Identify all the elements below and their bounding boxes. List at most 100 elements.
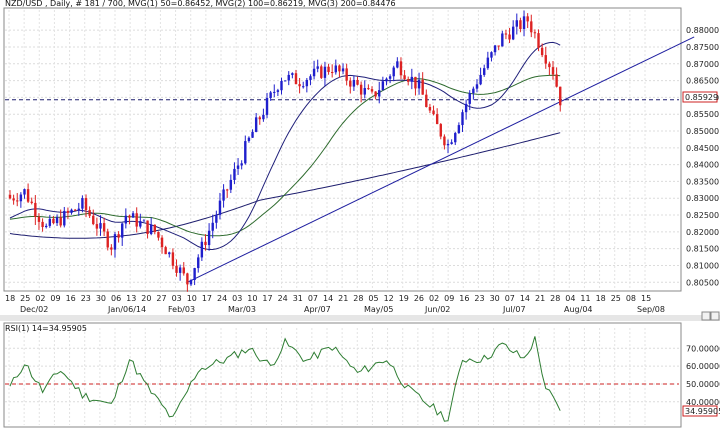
- candle-body: [468, 93, 471, 104]
- day-label: 20: [141, 294, 151, 303]
- candle-body: [244, 141, 247, 164]
- candle-body: [522, 16, 526, 29]
- pane-separator[interactable]: [0, 315, 720, 321]
- candle-body: [396, 61, 399, 68]
- candle-body: [218, 200, 222, 215]
- candle-body: [99, 223, 102, 229]
- candle-body: [236, 165, 240, 169]
- candle-body: [182, 267, 185, 274]
- candle-body: [131, 213, 135, 218]
- day-label: 10: [247, 294, 257, 303]
- candle-body: [359, 84, 363, 95]
- day-label: 07: [308, 294, 318, 303]
- candle-body: [479, 74, 482, 85]
- candle-body: [164, 247, 167, 255]
- month-label: Sep/08: [637, 305, 665, 314]
- day-label: 21: [338, 294, 348, 303]
- candle-body: [30, 201, 33, 203]
- forex-chart: 0.880000.875000.870000.865000.860000.855…: [0, 0, 720, 431]
- day-label: 18: [5, 294, 15, 303]
- candle-body: [113, 234, 117, 250]
- candle-body: [41, 221, 44, 228]
- rsi-tick-label: 40.00000: [686, 398, 720, 407]
- candle-body: [70, 209, 73, 213]
- candle-body: [59, 217, 62, 226]
- candle-body: [19, 194, 23, 202]
- candle-body: [475, 84, 479, 89]
- candle-body: [12, 198, 15, 201]
- rsi-tick-label: 70.00000: [686, 344, 720, 353]
- price-tick-label: 0.87500: [686, 43, 719, 52]
- day-label: 24: [217, 294, 227, 303]
- candle-body: [446, 143, 450, 146]
- candle-body: [124, 215, 128, 224]
- candle-body: [247, 137, 251, 142]
- candle-body: [559, 86, 562, 106]
- candle-body: [526, 16, 529, 22]
- candle-body: [472, 88, 475, 94]
- day-label: 13: [126, 294, 136, 303]
- candle-body: [490, 52, 493, 58]
- candle-body: [530, 21, 533, 33]
- candle-body: [548, 63, 551, 68]
- candle-body: [381, 81, 385, 91]
- price-tick-label: 0.81000: [686, 261, 719, 270]
- candle-body: [540, 47, 544, 56]
- candle-body: [555, 74, 558, 87]
- candle-body: [193, 268, 196, 280]
- candle-body: [309, 76, 312, 80]
- candle-body: [142, 220, 146, 222]
- pane-collapse-button[interactable]: [701, 311, 711, 321]
- day-label: 05: [368, 294, 378, 303]
- day-label: 17: [262, 294, 272, 303]
- day-label: 04: [565, 294, 575, 303]
- candle-body: [330, 72, 334, 74]
- candle-body: [280, 81, 283, 91]
- day-label: 14: [520, 294, 530, 303]
- candle-body: [258, 117, 261, 120]
- candle-body: [338, 65, 341, 72]
- day-label: 24: [278, 294, 288, 303]
- candle-body: [519, 20, 522, 29]
- candle-body: [464, 103, 468, 113]
- pane-controls[interactable]: [701, 311, 720, 321]
- candle-body: [45, 225, 48, 228]
- candle-body: [197, 257, 200, 269]
- candle-body: [121, 223, 124, 238]
- candle-body: [537, 33, 540, 48]
- candle-body: [410, 76, 414, 82]
- day-label: 15: [641, 294, 651, 303]
- pane-close-button[interactable]: [710, 311, 720, 321]
- price-tick-label: 0.87000: [686, 60, 719, 69]
- candle-body: [356, 79, 359, 85]
- candle-body: [77, 208, 80, 211]
- price-tick-label: 0.85000: [686, 127, 719, 136]
- candle-body: [265, 97, 269, 115]
- candle-body: [454, 133, 457, 143]
- candle-body: [226, 189, 229, 191]
- candle-body: [200, 241, 204, 258]
- day-label: 10: [187, 294, 197, 303]
- candle-body: [153, 224, 156, 232]
- price-tick-label: 0.82000: [686, 228, 719, 237]
- candle-body: [374, 91, 377, 97]
- candle-body: [229, 179, 233, 190]
- day-label: 11: [580, 294, 590, 303]
- candle-body: [370, 89, 374, 92]
- month-label: Jan/06/14: [107, 305, 146, 314]
- candle-body: [175, 265, 178, 273]
- candle-body: [291, 73, 294, 75]
- day-label: 28: [353, 294, 363, 303]
- candle-body: [515, 20, 518, 27]
- candle-body: [211, 222, 214, 231]
- price-tick-label: 0.83000: [686, 194, 719, 203]
- day-label: 25: [20, 294, 30, 303]
- candle-body: [435, 114, 439, 125]
- candle-body: [327, 66, 330, 73]
- candle-body: [81, 198, 84, 209]
- candle-body: [316, 66, 319, 69]
- rsi-header: RSI(1) 14=34.95905: [5, 324, 87, 333]
- candle-body: [457, 125, 461, 134]
- candle-body: [171, 252, 175, 266]
- candle-body: [157, 231, 160, 238]
